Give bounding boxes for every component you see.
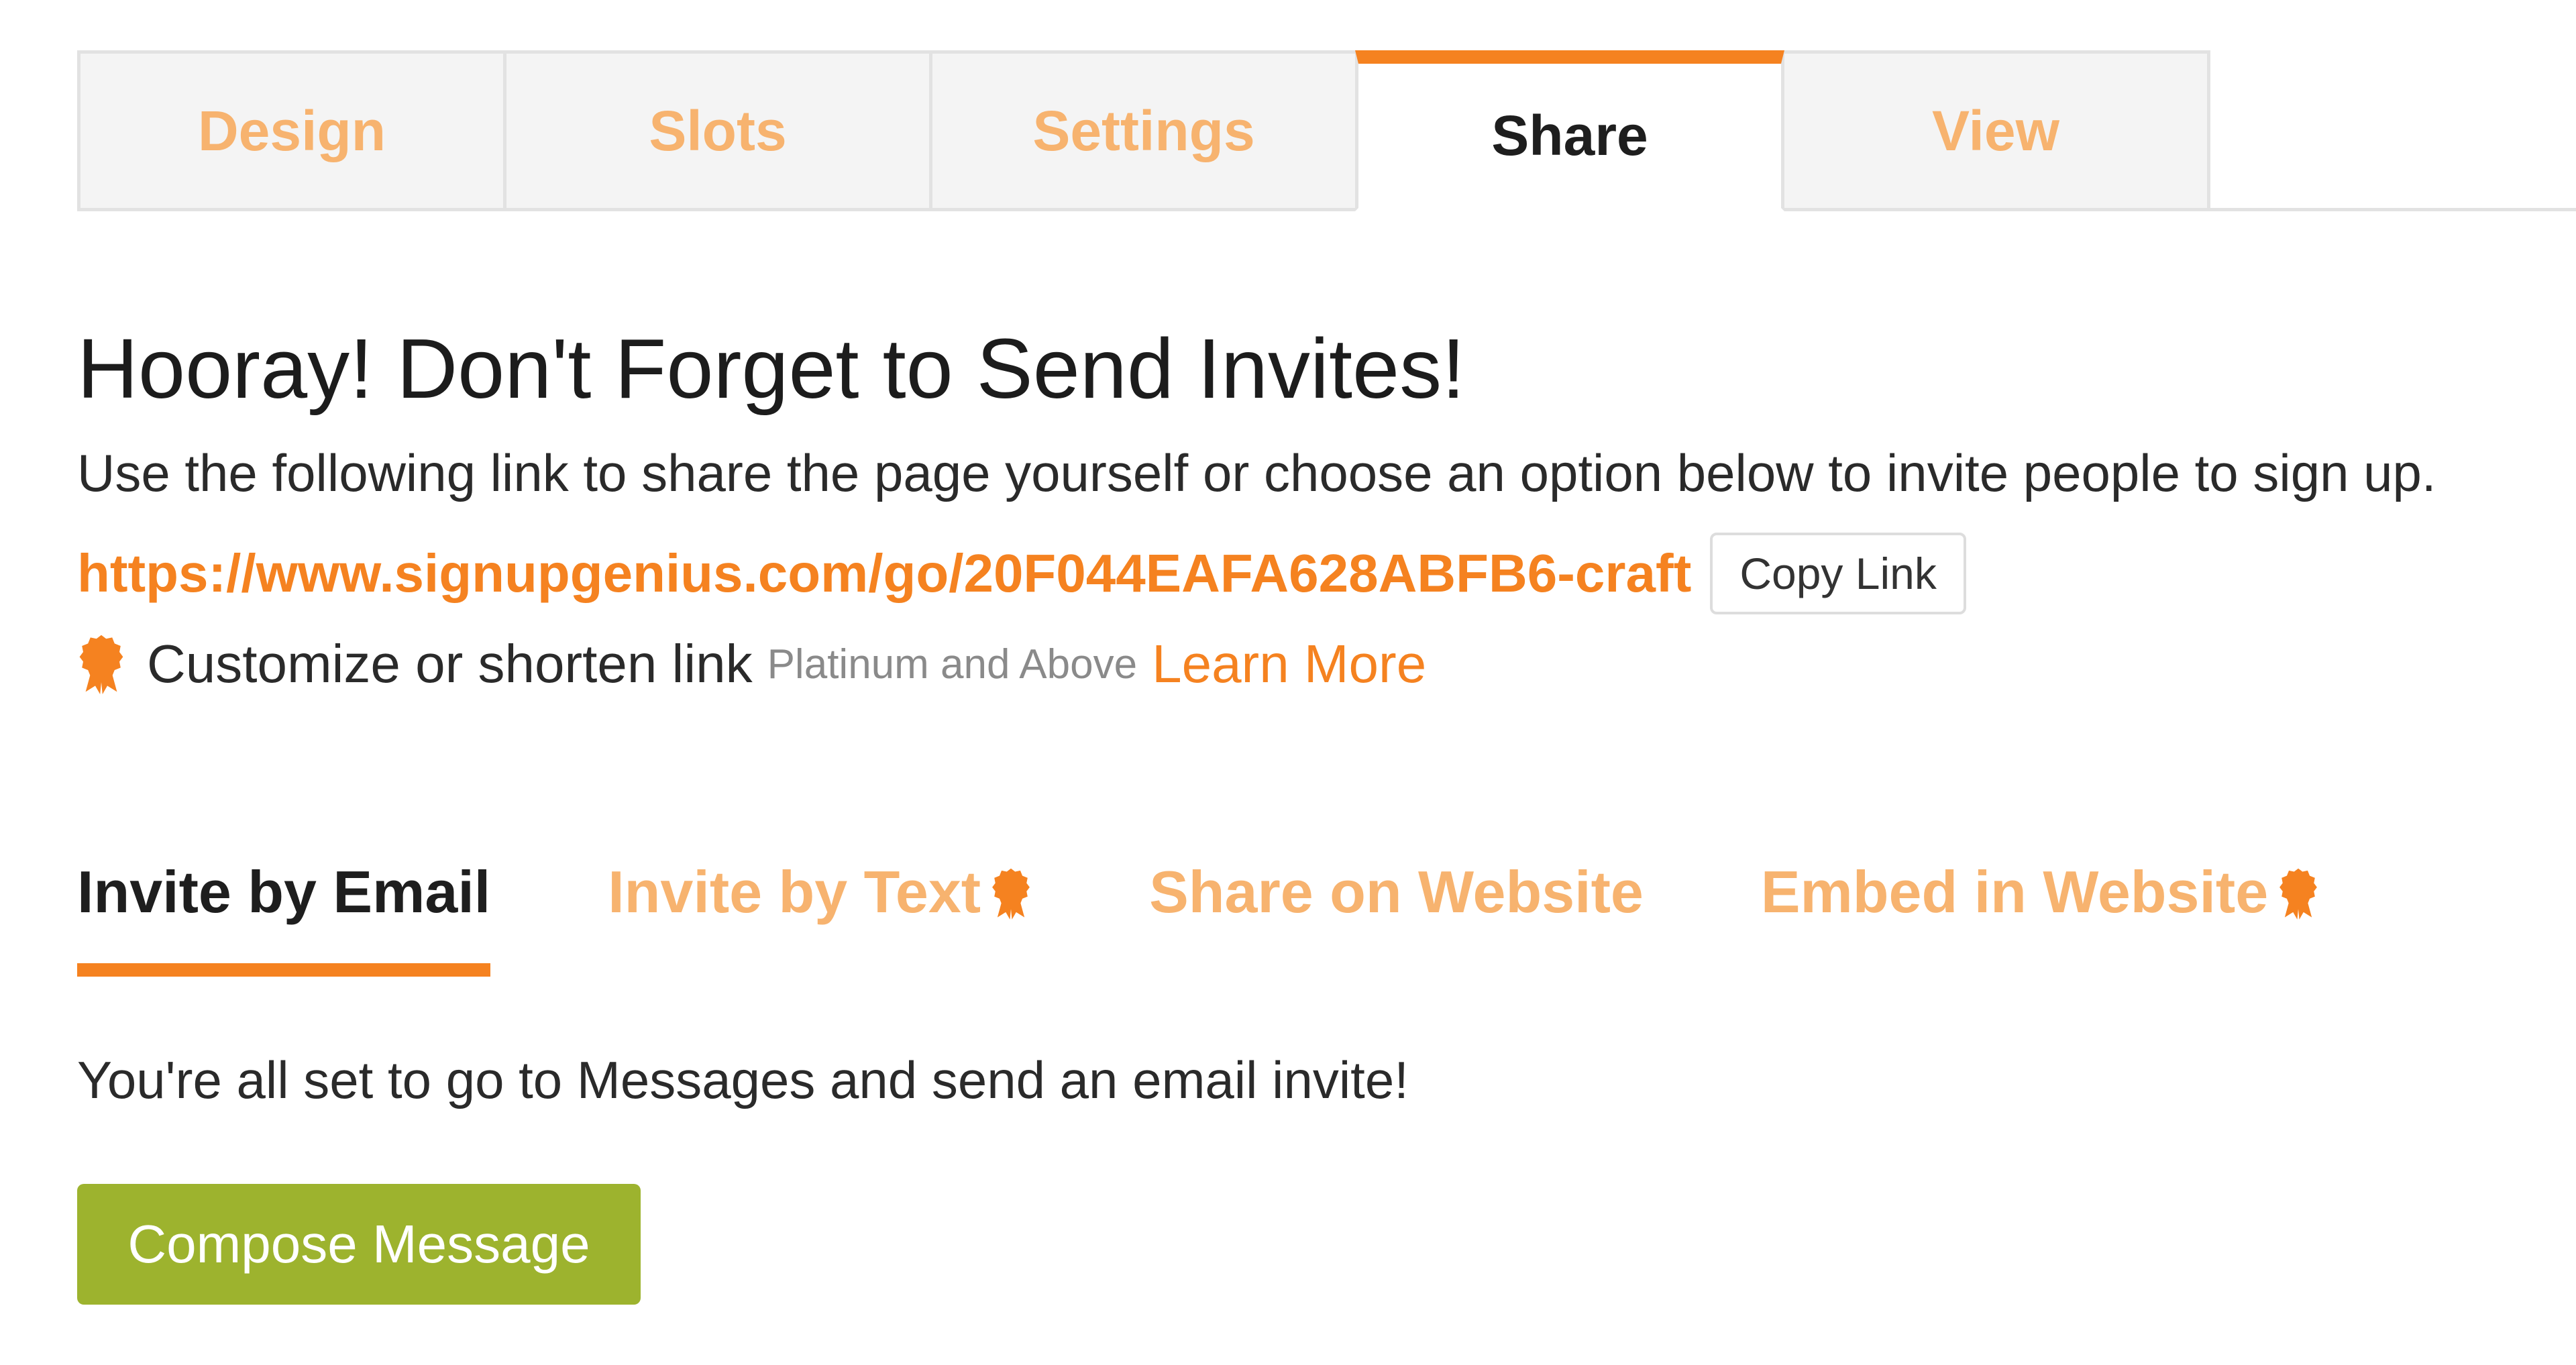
plan-tier-label: Platinum and Above bbox=[767, 641, 1138, 688]
invite-tab-label: Invite by Email bbox=[77, 859, 491, 925]
tab-share[interactable]: Share bbox=[1355, 50, 1784, 211]
share-page: Design Slots Settings Share View Hooray!… bbox=[0, 0, 2576, 1365]
customize-link-row: Customize or shorten link Platinum and A… bbox=[77, 624, 2559, 704]
tab-invite-by-email[interactable]: Invite by Email bbox=[77, 855, 491, 989]
main-tab-bar: Design Slots Settings Share View bbox=[77, 50, 2576, 211]
learn-more-link[interactable]: Learn More bbox=[1152, 633, 1426, 695]
email-invite-status: You're all set to go to Messages and sen… bbox=[77, 1050, 1409, 1109]
main-tab-row: Design Slots Settings Share View bbox=[77, 50, 2210, 211]
share-link[interactable]: https://www.signupgenius.com/go/20F044EA… bbox=[77, 543, 1691, 604]
share-link-row: https://www.signupgenius.com/go/20F044EA… bbox=[77, 530, 2559, 617]
share-content: Hooray! Don't Forget to Send Invites! Us… bbox=[77, 315, 2559, 704]
invite-tab-label: Embed in Website bbox=[1760, 859, 2269, 925]
tab-invite-by-text[interactable]: Invite by Text bbox=[608, 855, 1032, 989]
invite-tab-label: Invite by Text bbox=[608, 859, 981, 925]
tab-view[interactable]: View bbox=[1781, 50, 2210, 211]
page-title: Hooray! Don't Forget to Send Invites! bbox=[77, 321, 1466, 416]
compose-message-button[interactable]: Compose Message bbox=[77, 1184, 641, 1305]
share-instructions: Use the following link to share the page… bbox=[77, 443, 2436, 502]
copy-link-button[interactable]: Copy Link bbox=[1710, 533, 1966, 614]
ribbon-badge-icon bbox=[2277, 867, 2319, 920]
ribbon-badge-icon bbox=[990, 867, 1032, 920]
tab-embed-in-website[interactable]: Embed in Website bbox=[1761, 855, 2319, 989]
customize-link-label: Customize or shorten link bbox=[147, 634, 753, 694]
tab-share-on-website[interactable]: Share on Website bbox=[1149, 855, 1644, 989]
tab-design[interactable]: Design bbox=[77, 50, 506, 211]
tab-slots[interactable]: Slots bbox=[503, 50, 932, 211]
ribbon-badge-icon bbox=[77, 634, 125, 694]
invite-tab-bar: Invite by Email Invite by Text Share on … bbox=[77, 855, 2436, 989]
tab-settings[interactable]: Settings bbox=[929, 50, 1358, 211]
invite-tab-label: Share on Website bbox=[1149, 859, 1644, 925]
